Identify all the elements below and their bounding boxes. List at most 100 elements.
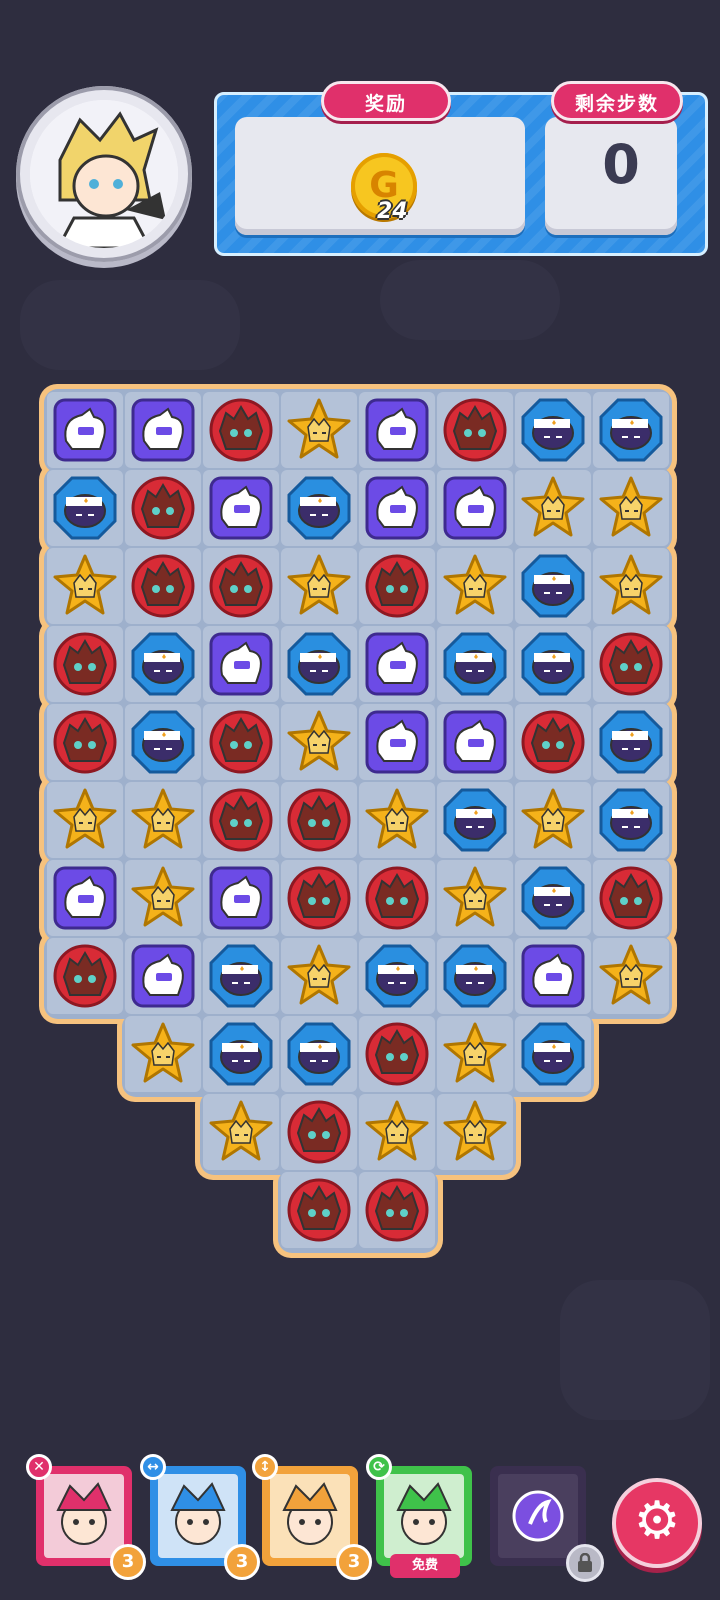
board-cell[interactable]	[47, 548, 123, 624]
board-cell[interactable]	[515, 860, 591, 936]
red-gem-icon	[286, 787, 352, 853]
board-cell[interactable]	[47, 470, 123, 546]
board-cell[interactable]	[593, 626, 669, 702]
board-cell[interactable]	[203, 1094, 279, 1170]
board-cell[interactable]	[437, 704, 513, 780]
yellow-gem-icon	[598, 475, 664, 541]
board-cell[interactable]	[281, 626, 357, 702]
yellow-gem-icon	[364, 1099, 430, 1165]
board-cell[interactable]	[437, 938, 513, 1014]
settings-button[interactable]: ⚙	[612, 1478, 702, 1568]
board-cell[interactable]	[281, 1016, 357, 1092]
board-cell[interactable]	[359, 938, 435, 1014]
board-cell[interactable]	[47, 938, 123, 1014]
board-cell[interactable]	[437, 1094, 513, 1170]
purple-gem-icon	[442, 475, 508, 541]
board-cell[interactable]	[125, 1016, 201, 1092]
board-cell[interactable]	[125, 470, 201, 546]
board-cell[interactable]	[359, 704, 435, 780]
board-cell[interactable]	[281, 1094, 357, 1170]
board-cell[interactable]	[437, 626, 513, 702]
board-cell[interactable]	[203, 626, 279, 702]
board-cell[interactable]	[593, 860, 669, 936]
board-cell[interactable]	[125, 626, 201, 702]
yellow-gem-icon	[130, 1021, 196, 1087]
board-cell[interactable]	[359, 1172, 435, 1248]
board-cell[interactable]	[203, 548, 279, 624]
board-cell[interactable]	[47, 626, 123, 702]
board-cell[interactable]	[515, 392, 591, 468]
purple-gem-icon	[364, 475, 430, 541]
blue-gem-icon	[598, 787, 664, 853]
skill-locked-button[interactable]	[490, 1466, 604, 1582]
board-cell[interactable]	[47, 392, 123, 468]
board-cell[interactable]	[47, 704, 123, 780]
board-cell[interactable]	[203, 782, 279, 858]
board-cell[interactable]	[359, 1016, 435, 1092]
board-cell[interactable]	[125, 392, 201, 468]
match3-board	[0, 0, 720, 1600]
board-cell[interactable]	[593, 704, 669, 780]
board-cell[interactable]	[359, 782, 435, 858]
board-cell[interactable]	[593, 392, 669, 468]
board-cell[interactable]	[515, 938, 591, 1014]
board-cell[interactable]	[203, 704, 279, 780]
board-cell[interactable]	[281, 704, 357, 780]
board-cell[interactable]	[47, 782, 123, 858]
board-cell[interactable]	[203, 938, 279, 1014]
board-cell[interactable]	[437, 860, 513, 936]
board-cell[interactable]	[359, 626, 435, 702]
purple-gem-icon	[442, 709, 508, 775]
board-cell[interactable]	[593, 938, 669, 1014]
board-cell[interactable]	[203, 1016, 279, 1092]
purple-gem-icon	[208, 865, 274, 931]
board-cell[interactable]	[515, 470, 591, 546]
red-gem-icon	[130, 553, 196, 619]
skill-swap-vertical-button[interactable]: ↕ 3	[252, 1454, 372, 1580]
board-cell[interactable]	[437, 782, 513, 858]
board-cell[interactable]	[359, 470, 435, 546]
skill-swap-horizontal-button[interactable]: ↔ 3	[140, 1454, 260, 1580]
board-cell[interactable]	[437, 1016, 513, 1092]
board-cell[interactable]	[437, 548, 513, 624]
red-gem-icon	[208, 709, 274, 775]
board-cell[interactable]	[593, 548, 669, 624]
blue-gem-icon	[598, 709, 664, 775]
board-cell[interactable]	[359, 860, 435, 936]
board-cell[interactable]	[515, 548, 591, 624]
board-cell[interactable]	[125, 860, 201, 936]
board-cell[interactable]	[281, 1172, 357, 1248]
skill-refresh-button[interactable]: ⟳ 免费	[366, 1454, 472, 1578]
red-gem-icon	[208, 397, 274, 463]
board-cell[interactable]	[203, 860, 279, 936]
board-cell[interactable]	[515, 704, 591, 780]
board-cell[interactable]	[125, 938, 201, 1014]
board-cell[interactable]	[359, 548, 435, 624]
board-cell[interactable]	[359, 392, 435, 468]
skill-clear-button[interactable]: ✕ 3	[26, 1454, 146, 1580]
board-cell[interactable]	[593, 782, 669, 858]
board-cell[interactable]	[437, 392, 513, 468]
lock-icon	[566, 1544, 604, 1582]
board-cell[interactable]	[359, 1094, 435, 1170]
board-cell[interactable]	[515, 782, 591, 858]
board-cell[interactable]	[515, 626, 591, 702]
board-cell[interactable]	[281, 938, 357, 1014]
board-cell[interactable]	[281, 470, 357, 546]
board-cell[interactable]	[125, 782, 201, 858]
board-cell[interactable]	[515, 1016, 591, 1092]
board-cell[interactable]	[47, 860, 123, 936]
board-cell[interactable]	[281, 782, 357, 858]
board-cell[interactable]	[203, 392, 279, 468]
board-cell[interactable]	[125, 548, 201, 624]
board-cell[interactable]	[593, 470, 669, 546]
yellow-gem-icon	[52, 787, 118, 853]
board-cell[interactable]	[203, 470, 279, 546]
board-cell[interactable]	[125, 704, 201, 780]
board-cell[interactable]	[437, 470, 513, 546]
red-gem-icon	[52, 631, 118, 697]
board-cell[interactable]	[281, 392, 357, 468]
board-cell[interactable]	[281, 860, 357, 936]
yellow-gem-icon	[520, 787, 586, 853]
board-cell[interactable]	[281, 548, 357, 624]
